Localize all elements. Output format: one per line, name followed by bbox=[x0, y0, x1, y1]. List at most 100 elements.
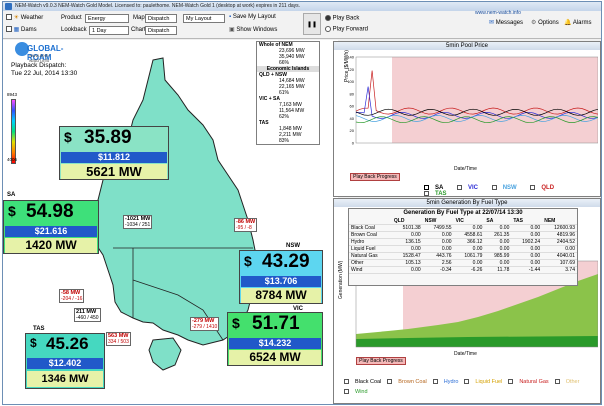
layout-select[interactable]: My Layout bbox=[183, 14, 225, 23]
value-cell: 4040.01 bbox=[542, 252, 577, 260]
value-cell: 0.00 bbox=[511, 231, 543, 239]
value-cell: 0.00 bbox=[453, 259, 485, 267]
table-row: Black Coal 5101.38 7499.55 0.00 0.00 0.00 1260… bbox=[349, 224, 577, 232]
value-cell: 11.78 bbox=[484, 266, 512, 274]
nsw-code: NSW bbox=[286, 243, 300, 249]
gen-playback-button[interactable]: Play Back Progress bbox=[356, 357, 406, 365]
legend-hydro[interactable]: Hydro bbox=[432, 379, 458, 385]
flow-qni[interactable]: -1021 MW -1034 / 251 bbox=[123, 215, 153, 229]
table-row: Other 105.13 2.56 0.00 0.00 0.00 107.69 bbox=[349, 259, 577, 267]
y-tick-label: 80 bbox=[350, 91, 355, 96]
gen-ylabel: Generation (MW) bbox=[338, 260, 344, 299]
windows-icon: ▣ bbox=[229, 27, 235, 33]
lookback-label: Lookback bbox=[61, 27, 87, 33]
value-cell: 0.00 bbox=[511, 252, 543, 260]
dams-checkbox[interactable] bbox=[6, 26, 12, 33]
charts-select[interactable]: Dispatch bbox=[145, 26, 177, 35]
envelope-icon: ✉ bbox=[489, 20, 495, 26]
play-forward-radio[interactable]: Play Forward bbox=[325, 26, 368, 33]
y-tick-label: 120 bbox=[348, 67, 355, 72]
flow-heywood[interactable]: -58 MW -204 / -16 bbox=[59, 289, 85, 303]
legend-nsw[interactable]: NSW bbox=[491, 185, 523, 191]
price-legend: SA VIC NSW QLD TAS bbox=[424, 185, 600, 197]
price-playback-button[interactable]: Play Back Progress bbox=[350, 173, 400, 181]
legend-other[interactable]: Other bbox=[554, 379, 579, 385]
value-cell: -0.34 bbox=[422, 266, 454, 274]
sa-price-panel[interactable]: $ 54.98 $21.616 1420 MW bbox=[3, 200, 99, 254]
value-cell: 7499.55 bbox=[422, 224, 454, 232]
product-select[interactable]: Energy bbox=[85, 14, 129, 23]
y-tick-label: 0 bbox=[352, 141, 355, 146]
tas-demand: 1346 MW bbox=[27, 371, 103, 387]
value-cell: 0.00 bbox=[511, 245, 543, 253]
value-cell: 2.56 bbox=[422, 259, 454, 267]
value-cell: 0.00 bbox=[453, 245, 485, 253]
bell-icon: 🔔 bbox=[564, 20, 572, 26]
flow-basslink[interactable]: 563 MW 334 / 503 bbox=[106, 332, 131, 346]
flow-murraylink[interactable]: 211 MW -460 / 450 bbox=[74, 308, 101, 322]
save-layout-button[interactable]: ▪ Save My Layout bbox=[229, 14, 276, 20]
alarms-button[interactable]: 🔔 Alarms bbox=[564, 19, 592, 26]
table-row: Wind 0.00 -0.34 -6.26 11.78 -1.44 3.74 bbox=[349, 266, 577, 274]
legend-vic[interactable]: VIC bbox=[457, 185, 484, 191]
value-cell: 0.00 bbox=[422, 245, 454, 253]
flow-vic-nsw[interactable]: -279 MW -279 / 1410 bbox=[190, 317, 220, 331]
fuel-type-cell: Brown Coal bbox=[349, 231, 392, 239]
value-cell: 0.00 bbox=[422, 238, 454, 246]
weather-checkbox[interactable] bbox=[6, 14, 12, 21]
legend-tas[interactable]: TAS bbox=[424, 191, 453, 197]
tas-price-panel[interactable]: $ 45.26 $12.402 1346 MW bbox=[25, 333, 105, 389]
fuel-type-cell: Liquid Fuel bbox=[349, 245, 392, 253]
value-cell: 1528.47 bbox=[391, 252, 423, 260]
dam-icon: ▦ bbox=[13, 27, 20, 33]
legend-natural-gas[interactable]: Natural Gas bbox=[508, 379, 549, 385]
value-cell: 0.00 bbox=[511, 259, 543, 267]
value-cell: 0.00 bbox=[391, 231, 423, 239]
value-cell: -6.26 bbox=[453, 266, 485, 274]
nsw-price-panel[interactable]: $ 43.29 $13.706 8784 MW bbox=[239, 250, 323, 304]
flow-nsw-qld[interactable]: -86 MW -95 / -8 bbox=[234, 218, 258, 232]
vic-price-panel[interactable]: $ 51.71 $14.232 6524 MW bbox=[227, 312, 323, 366]
dams-toggle[interactable]: ▦ Dams bbox=[6, 26, 37, 33]
value-cell: 0.00 bbox=[484, 245, 512, 253]
show-windows-button[interactable]: ▣ Show Windows bbox=[229, 26, 277, 33]
sa-price: 54.98 bbox=[26, 201, 74, 222]
value-cell: 0.00 bbox=[391, 245, 423, 253]
play-pause-button[interactable]: ❚❚ bbox=[303, 13, 321, 35]
qld-price-panel[interactable]: $ 35.89 $11.812 5621 MW bbox=[59, 126, 169, 180]
legend-brown-coal[interactable]: Brown Coal bbox=[387, 379, 427, 385]
value-cell: 105.13 bbox=[391, 259, 423, 267]
price-playback-band bbox=[392, 57, 598, 143]
map-label: Map bbox=[133, 15, 145, 21]
price-xlabel: Date/Time bbox=[454, 166, 477, 172]
value-cell: 0.00 bbox=[484, 224, 512, 232]
messages-button[interactable]: ✉ Messages bbox=[489, 19, 523, 26]
qld-price: 35.89 bbox=[84, 127, 132, 148]
app-window: NEM-Watch v9.0.3 NEM-Watch Gold Model. L… bbox=[2, 1, 602, 405]
sa-prev-price: $21.616 bbox=[5, 226, 97, 237]
value-cell: 0.00 bbox=[453, 224, 485, 232]
map-select[interactable]: Dispatch bbox=[145, 14, 177, 23]
vic-demand: 6524 MW bbox=[229, 350, 321, 365]
toolbar: ☀ Weather ▦ Dams Product Energy Lookback… bbox=[3, 10, 601, 39]
website-link[interactable]: www.nem-watch.info bbox=[475, 10, 521, 16]
fuel-type-cell: Hydro bbox=[349, 238, 392, 246]
y-tick-label: 60 bbox=[350, 104, 355, 109]
weather-toggle[interactable]: ☀ Weather bbox=[6, 14, 43, 21]
legend-wind[interactable]: Wind bbox=[344, 389, 368, 395]
play-back-radio[interactable]: Play Back bbox=[325, 15, 359, 22]
legend-black-coal[interactable]: Black Coal bbox=[344, 379, 381, 385]
legend-qld[interactable]: QLD bbox=[530, 185, 560, 191]
options-button[interactable]: ⚙ Options bbox=[531, 19, 559, 26]
vic-price: 51.71 bbox=[252, 313, 300, 334]
vic-prev-price: $14.232 bbox=[229, 338, 321, 349]
legend-liquid-fuel[interactable]: Liquid Fuel bbox=[464, 379, 502, 385]
sa-code: SA bbox=[7, 192, 16, 198]
lookback-select[interactable]: 1 Day bbox=[89, 26, 129, 35]
tas-price: 45.26 bbox=[46, 334, 89, 353]
value-cell: 0.00 bbox=[422, 231, 454, 239]
fuel-type-cell: Black Coal bbox=[349, 224, 392, 232]
y-tick-label: 20 bbox=[350, 128, 355, 133]
generation-table-title: Generation By Fuel Type at 22/07/14 13:3… bbox=[403, 210, 523, 216]
value-cell: 366.12 bbox=[453, 238, 485, 246]
